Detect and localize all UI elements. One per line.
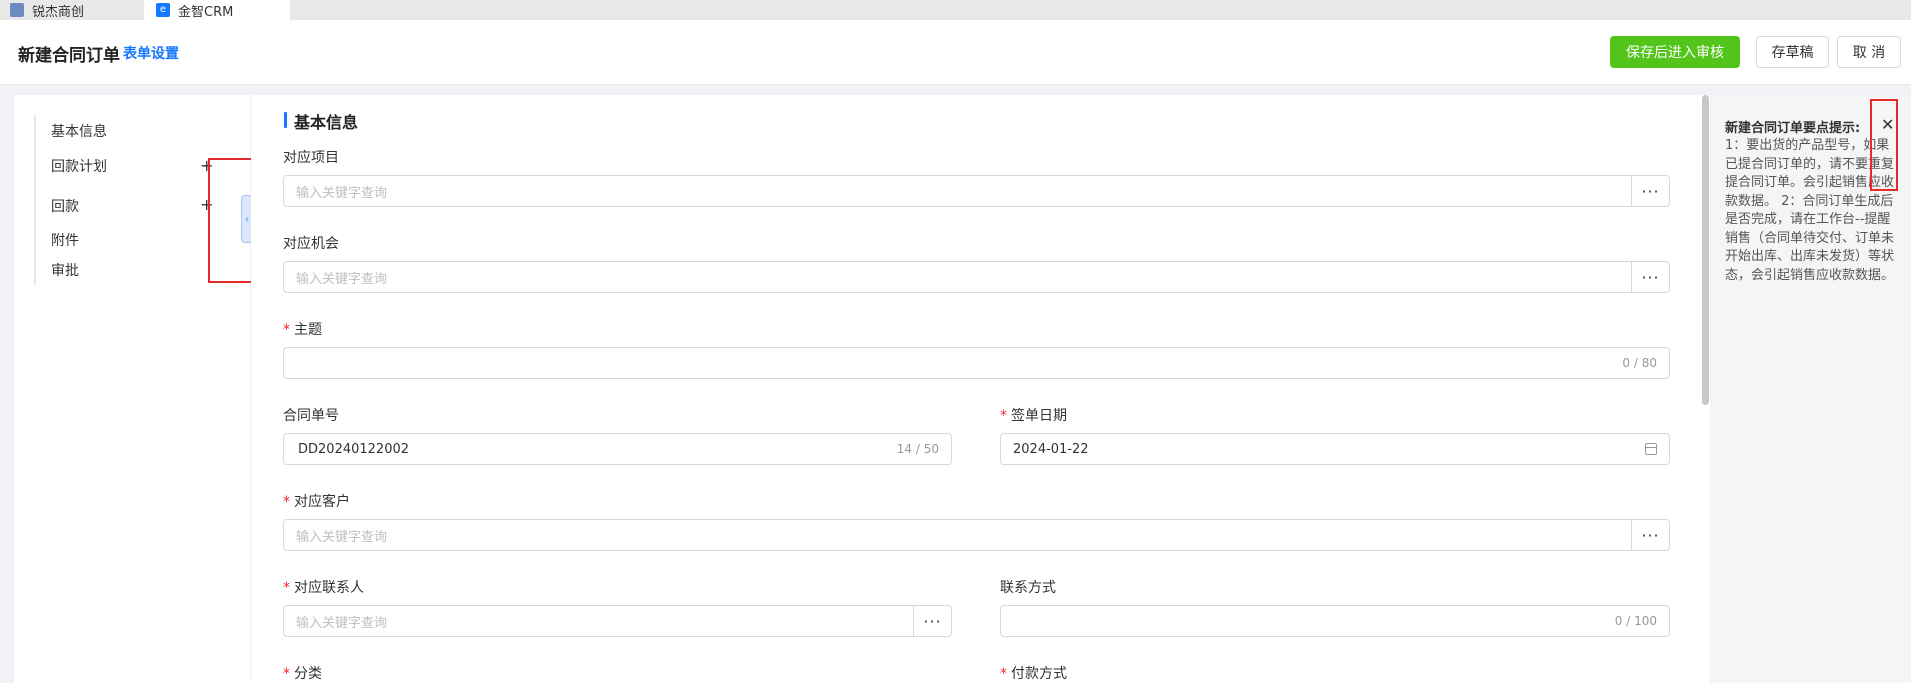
- contract-no-input[interactable]: DD20240122002 14 / 50: [283, 433, 952, 465]
- tab-label: 金智CRM: [178, 4, 234, 20]
- placeholder: 输入关键字查询: [296, 185, 388, 201]
- placeholder: 输入关键字查询: [296, 615, 388, 631]
- char-count: 0 / 100: [1614, 614, 1657, 628]
- nav-track: [34, 115, 36, 285]
- field-label-text: 对应联系人: [294, 580, 364, 596]
- sign-date-picker[interactable]: 2024-01-22: [1000, 433, 1670, 465]
- nav-item-approval[interactable]: 审批: [51, 260, 79, 280]
- field-label-text: 签单日期: [1011, 408, 1067, 424]
- field-label-text: 联系方式: [1000, 580, 1056, 596]
- field-label-text: 付款方式: [1011, 666, 1067, 682]
- tab-bar: 锐杰商创 e 金智CRM: [0, 0, 1911, 20]
- contact-method-label: 联系方式: [1000, 577, 1056, 597]
- required-mark: *: [283, 666, 290, 682]
- char-count: 14 / 50: [896, 442, 939, 456]
- placeholder: 输入关键字查询: [296, 529, 388, 545]
- page-header: 新建合同订单 表单设置 保存后进入审核 存草稿 取 消: [0, 20, 1911, 85]
- placeholder: 输入关键字查询: [296, 271, 388, 287]
- required-mark: *: [1000, 666, 1007, 682]
- more-icon[interactable]: ···: [1631, 520, 1669, 550]
- field-label-text: 分类: [294, 666, 322, 682]
- highlight-box: [1870, 99, 1898, 191]
- required-mark: *: [283, 322, 290, 338]
- tab-label: 锐杰商创: [32, 4, 85, 20]
- nav-item-payment[interactable]: 回款: [51, 196, 79, 216]
- more-icon[interactable]: ···: [1631, 262, 1669, 292]
- more-icon[interactable]: ···: [1631, 176, 1669, 206]
- form-scrollbar[interactable]: [1702, 95, 1709, 405]
- tab-crm[interactable]: e 金智CRM: [144, 0, 290, 20]
- project-label: 对应项目: [283, 147, 339, 167]
- save-and-review-button[interactable]: 保存后进入审核: [1610, 36, 1740, 68]
- contact-method-input[interactable]: 0 / 100: [1000, 605, 1670, 637]
- category-label: * 分类: [283, 663, 322, 683]
- tips-panel: 新建合同订单要点提示: 1：要出货的产品型号，如果已提合同订单的，请不要重复提合…: [1710, 95, 1911, 683]
- field-label-text: 对应项目: [283, 150, 339, 166]
- field-label-text: 对应客户: [294, 494, 350, 510]
- contact-input[interactable]: 输入关键字查询 ···: [283, 605, 952, 637]
- form-area: 基本信息 对应项目 输入关键字查询 ··· 对应机会 输入关键字查询 ··· *…: [251, 95, 1710, 683]
- tips-title: 新建合同订单要点提示:: [1725, 121, 1861, 136]
- contract-no-label: 合同单号: [283, 405, 339, 425]
- nav-item-attachment[interactable]: 附件: [51, 230, 79, 250]
- app-logo-icon: [10, 3, 24, 17]
- field-label-text: 合同单号: [283, 408, 339, 424]
- field-label-text: 主题: [294, 322, 322, 338]
- subject-input[interactable]: 0 / 80: [283, 347, 1670, 379]
- customer-input[interactable]: 输入关键字查询 ···: [283, 519, 1670, 551]
- project-input[interactable]: 输入关键字查询 ···: [283, 175, 1670, 207]
- calendar-icon[interactable]: [1645, 443, 1657, 455]
- field-label-text: 对应机会: [283, 236, 339, 252]
- tab-ruijie[interactable]: 锐杰商创: [0, 0, 140, 20]
- section-title: 基本信息: [284, 109, 358, 133]
- opportunity-input[interactable]: 输入关键字查询 ···: [283, 261, 1670, 293]
- page-title: 新建合同订单: [18, 46, 120, 66]
- cancel-button[interactable]: 取 消: [1837, 36, 1901, 68]
- nav-item-payment-plan[interactable]: 回款计划: [51, 156, 107, 176]
- input-value: DD20240122002: [298, 441, 410, 457]
- char-count: 0 / 80: [1622, 356, 1657, 370]
- form-settings-link[interactable]: 表单设置: [123, 43, 179, 63]
- required-mark: *: [283, 494, 290, 510]
- required-mark: *: [1000, 408, 1007, 424]
- nav-item-basic-info[interactable]: 基本信息: [51, 121, 107, 141]
- payment-method-label: * 付款方式: [1000, 663, 1067, 683]
- customer-label: * 对应客户: [283, 491, 350, 511]
- required-mark: *: [283, 580, 290, 596]
- crm-logo-icon: e: [156, 3, 170, 17]
- section-nav: 基本信息 回款计划 + 回款 + 附件 审批 ‹: [14, 95, 272, 683]
- contact-label: * 对应联系人: [283, 577, 364, 597]
- more-icon[interactable]: ···: [913, 606, 951, 636]
- save-draft-button[interactable]: 存草稿: [1756, 36, 1829, 68]
- opportunity-label: 对应机会: [283, 233, 339, 253]
- subject-label: * 主题: [283, 319, 322, 339]
- sign-date-label: * 签单日期: [1000, 405, 1067, 425]
- input-value: 2024-01-22: [1013, 441, 1089, 457]
